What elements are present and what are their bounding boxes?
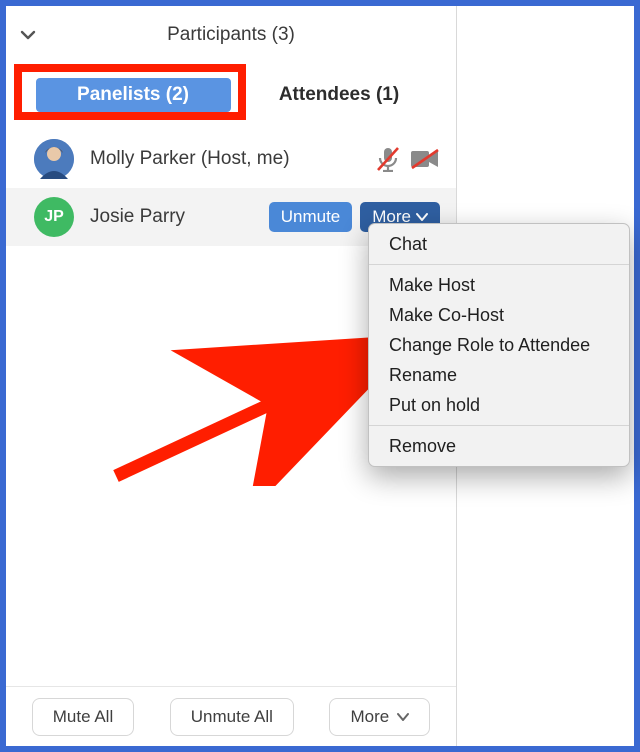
menu-chat-label: Chat [389, 234, 427, 254]
tab-panelists[interactable]: Panelists (2) [36, 78, 231, 112]
unmute-button[interactable]: Unmute [269, 202, 353, 232]
panel-footer: Mute All Unmute All More [6, 686, 456, 746]
menu-hold-label: Put on hold [389, 395, 480, 415]
menu-make-host-label: Make Host [389, 275, 475, 295]
menu-make-cohost-label: Make Co-Host [389, 305, 504, 325]
mute-all-label: Mute All [53, 707, 113, 727]
chevron-down-icon [397, 707, 409, 727]
status-icons [376, 146, 440, 172]
menu-separator [369, 264, 629, 265]
unmute-label: Unmute [281, 207, 341, 227]
tab-attendees[interactable]: Attendees (1) [242, 84, 436, 106]
tabs-row: Panelists (2) Attendees (1) [6, 64, 456, 124]
avatar: JP [34, 197, 74, 237]
panel-header: Participants (3) [6, 6, 456, 64]
video-off-icon [410, 148, 440, 170]
menu-put-on-hold[interactable]: Put on hold [369, 390, 629, 420]
tab-panelists-label: Panelists (2) [77, 84, 189, 106]
footer-more-label: More [350, 707, 389, 727]
unmute-all-label: Unmute All [191, 707, 273, 727]
tab-attendees-label: Attendees (1) [279, 84, 399, 105]
menu-remove[interactable]: Remove [369, 431, 629, 461]
screenshot-frame: Participants (3) Panelists (2) Attendees… [0, 0, 640, 752]
participant-row: Molly Parker (Host, me) [6, 130, 456, 188]
footer-more-button[interactable]: More [329, 698, 430, 736]
panel-title: Participants (3) [46, 24, 442, 46]
menu-rename-label: Rename [389, 365, 457, 385]
avatar [34, 139, 74, 179]
mic-muted-icon [376, 146, 400, 172]
participant-name: Molly Parker (Host, me) [90, 148, 290, 170]
participant-name: Josie Parry [90, 206, 185, 228]
menu-rename[interactable]: Rename [369, 360, 629, 390]
menu-make-host[interactable]: Make Host [369, 270, 629, 300]
avatar-initials: JP [44, 208, 64, 226]
unmute-all-button[interactable]: Unmute All [170, 698, 294, 736]
menu-change-role[interactable]: Change Role to Attendee [369, 330, 629, 360]
tab-panelists-container: Panelists (2) [24, 68, 242, 122]
menu-remove-label: Remove [389, 436, 456, 456]
menu-change-role-label: Change Role to Attendee [389, 335, 590, 355]
menu-separator [369, 425, 629, 426]
menu-chat[interactable]: Chat [369, 229, 629, 259]
collapse-toggle[interactable] [20, 29, 46, 41]
participant-context-menu: Chat Make Host Make Co-Host Change Role … [368, 223, 630, 467]
menu-make-cohost[interactable]: Make Co-Host [369, 300, 629, 330]
mute-all-button[interactable]: Mute All [32, 698, 134, 736]
